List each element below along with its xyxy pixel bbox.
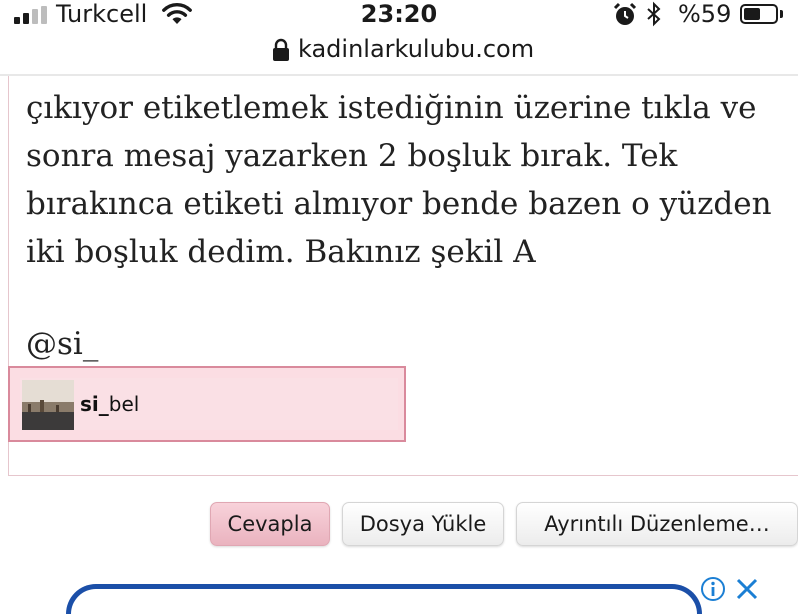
close-icon[interactable] xyxy=(734,576,760,602)
info-icon[interactable] xyxy=(700,576,726,602)
mention-text: @si_ xyxy=(26,326,99,362)
avatar xyxy=(22,380,74,430)
lock-icon xyxy=(273,38,289,61)
mention-suggestion-list: si_bel xyxy=(8,366,406,442)
post-line: sonra mesaj yazarken 2 boşluk bırak. Tek xyxy=(26,138,678,174)
name-match: si_ xyxy=(80,392,109,416)
advanced-edit-button[interactable]: Ayrıntılı Düzenleme… xyxy=(516,502,798,546)
battery-tip xyxy=(780,10,783,18)
mention-suggestion-item[interactable]: si_bel xyxy=(20,378,398,430)
alarm-icon xyxy=(613,2,637,25)
mention-suggestion-name: si_bel xyxy=(80,390,139,418)
post-body[interactable]: çıkıyor etiketlemek istediğinin üzerine … xyxy=(26,84,772,276)
address-bar[interactable]: kadinlarkulubu.com xyxy=(0,30,798,74)
upload-file-button[interactable]: Dosya Yükle xyxy=(342,502,504,546)
battery-icon xyxy=(740,4,778,24)
reply-button[interactable]: Cevapla xyxy=(210,502,330,546)
bluetooth-icon xyxy=(647,1,661,27)
post-line: bırakınca etiketi almıyor bende bazen o … xyxy=(26,186,772,222)
battery-percentage: %59 xyxy=(678,0,732,28)
status-bar: Turkcell 23:20 %59 xyxy=(0,0,798,30)
post-line: çıkıyor etiketlemek istediğinin üzerine … xyxy=(26,90,757,126)
name-rest: bel xyxy=(108,392,140,416)
ad-banner[interactable] xyxy=(66,584,702,614)
url-text[interactable]: kadinlarkulubu.com xyxy=(298,32,534,66)
post-line: iki boşluk dedim. Bakınız şekil A xyxy=(26,234,536,270)
